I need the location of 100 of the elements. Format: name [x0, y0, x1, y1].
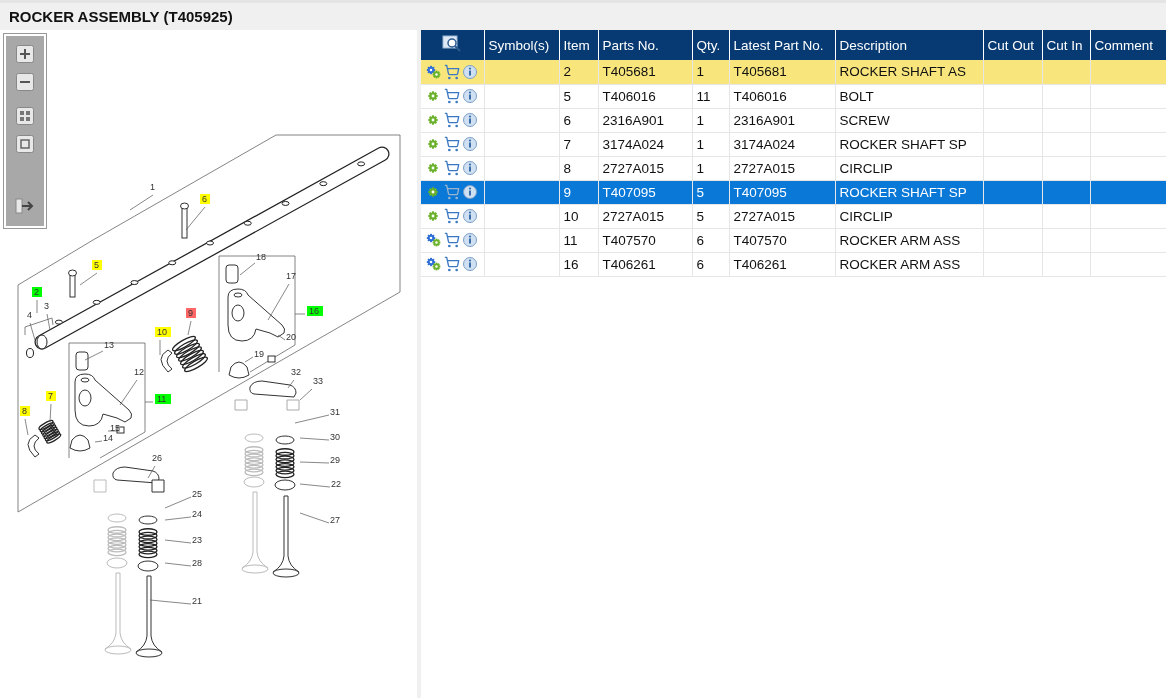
gears-icon[interactable] — [426, 257, 441, 271]
info-icon[interactable] — [463, 185, 477, 199]
table-row[interactable]: 11 T407570 6 T407570 ROCKER ARM ASS — [421, 228, 1166, 252]
callout-number[interactable]: 31 — [330, 407, 340, 417]
callout-number[interactable]: 7 — [46, 391, 56, 401]
part-number-cell: T406016 — [729, 84, 835, 108]
group-bracket — [24, 317, 54, 336]
nut-drawing — [228, 361, 250, 379]
callout-number[interactable]: 23 — [192, 535, 202, 545]
gear-icon[interactable] — [426, 185, 441, 199]
column-header[interactable]: Latest Part No. — [729, 30, 835, 60]
cart-icon[interactable] — [444, 112, 460, 128]
leader-line — [299, 461, 330, 464]
gear-icon[interactable] — [426, 137, 441, 151]
gear-icon[interactable] — [426, 161, 441, 175]
callout-number[interactable]: 13 — [104, 340, 114, 350]
square-icon[interactable] — [15, 134, 35, 154]
cart-icon[interactable] — [444, 88, 460, 104]
zoom-in-icon[interactable] — [15, 44, 35, 64]
callout-number[interactable]: 18 — [256, 252, 266, 262]
callout-number[interactable]: 27 — [330, 515, 340, 525]
gear-icon[interactable] — [426, 209, 441, 223]
callout-number[interactable]: 26 — [152, 453, 162, 463]
info-icon[interactable] — [463, 161, 477, 175]
leader-line — [294, 414, 330, 424]
grid-icon[interactable] — [15, 106, 35, 126]
callout-number[interactable]: 8 — [20, 406, 30, 416]
callout-number[interactable]: 25 — [192, 489, 202, 499]
info-icon[interactable] — [463, 137, 477, 151]
callout-number[interactable]: 24 — [192, 509, 202, 519]
cart-icon[interactable] — [444, 232, 460, 248]
leader-line — [149, 599, 192, 605]
leader-line — [299, 512, 330, 524]
column-header[interactable]: Cut In — [1042, 30, 1090, 60]
table-row[interactable]: 16 T406261 6 T406261 ROCKER ARM ASS — [421, 252, 1166, 276]
table-row[interactable]: 8 2727A015 1 2727A015 CIRCLIP — [421, 156, 1166, 180]
gears-icon[interactable] — [426, 64, 441, 79]
callout-number[interactable]: 29 — [330, 455, 340, 465]
leader-line — [267, 283, 290, 321]
callout-number[interactable]: 2 — [32, 287, 42, 297]
column-header[interactable]: Symbol(s) — [484, 30, 559, 60]
callout-number[interactable]: 10 — [155, 327, 171, 337]
column-header[interactable]: Comment — [1090, 30, 1166, 60]
table-row[interactable]: 2 T405681 1 T405681 ROCKER SHAFT AS — [421, 60, 1166, 84]
cart-icon[interactable] — [444, 63, 460, 80]
callout-number[interactable]: 28 — [192, 558, 202, 568]
callout-number[interactable]: 11 — [155, 394, 171, 404]
info-icon[interactable] — [463, 89, 477, 103]
callout-number[interactable]: 16 — [307, 306, 323, 316]
callout-number[interactable]: 33 — [313, 376, 323, 386]
column-header[interactable]: Cut Out — [983, 30, 1042, 60]
column-header[interactable]: Parts No. — [598, 30, 692, 60]
column-header[interactable]: Qty. — [692, 30, 729, 60]
callout-number[interactable]: 9 — [186, 308, 196, 318]
cart-icon[interactable] — [444, 208, 460, 224]
column-header[interactable]: Description — [835, 30, 983, 60]
callout-number[interactable]: 17 — [286, 271, 296, 281]
gears-icon[interactable] — [426, 233, 441, 247]
export-icon[interactable] — [15, 196, 35, 216]
gear-icon[interactable] — [426, 89, 441, 103]
callout-number[interactable]: 19 — [254, 349, 264, 359]
callout-number[interactable]: 4 — [27, 310, 32, 320]
cart-icon[interactable] — [444, 136, 460, 152]
info-icon[interactable] — [463, 209, 477, 223]
item-cell: 8 — [559, 156, 598, 180]
callout-number[interactable]: 22 — [331, 479, 341, 489]
cart-icon[interactable] — [444, 256, 460, 272]
info-icon[interactable] — [463, 233, 477, 247]
table-row[interactable]: 10 2727A015 5 2727A015 CIRCLIP — [421, 204, 1166, 228]
column-header[interactable] — [421, 30, 484, 60]
info-icon[interactable] — [463, 113, 477, 127]
part-number-cell: T405681 — [729, 60, 835, 84]
callout-number[interactable]: 30 — [330, 432, 340, 442]
callout-number[interactable]: 15 — [110, 423, 120, 433]
table-row[interactable]: 7 3174A024 1 3174A024 ROCKER SHAFT SP — [421, 132, 1166, 156]
callout-number[interactable]: 12 — [134, 367, 144, 377]
callout-number[interactable]: 32 — [291, 367, 301, 377]
leader-line — [119, 379, 138, 406]
part-number-cell: T407570 — [598, 228, 692, 252]
callout-number[interactable]: 20 — [286, 332, 296, 342]
leader-line — [239, 262, 256, 276]
zoom-out-icon[interactable] — [15, 72, 35, 92]
callout-number[interactable]: 3 — [44, 301, 49, 311]
callout-number[interactable]: 1 — [150, 182, 155, 192]
callout-number[interactable]: 14 — [103, 433, 113, 443]
table-row[interactable]: 9 T407095 5 T407095 ROCKER SHAFT SP — [421, 180, 1166, 204]
callout-number[interactable]: 6 — [200, 194, 210, 204]
callout-number[interactable]: 5 — [92, 260, 102, 270]
assembly-title: ROCKER ASSEMBLY (T405925) — [9, 8, 233, 25]
gear-icon[interactable] — [426, 113, 441, 127]
circlip-drawing — [160, 349, 173, 373]
table-row[interactable]: 5 T406016 11 T406016 BOLT — [421, 84, 1166, 108]
info-icon[interactable] — [463, 64, 477, 79]
search-icon[interactable] — [442, 34, 463, 53]
leader-line — [159, 339, 161, 356]
callout-number[interactable]: 21 — [192, 596, 202, 606]
cart-icon[interactable] — [444, 160, 460, 176]
column-header[interactable]: Item — [559, 30, 598, 60]
table-row[interactable]: 6 2316A901 1 2316A901 SCREW — [421, 108, 1166, 132]
info-icon[interactable] — [463, 257, 477, 271]
